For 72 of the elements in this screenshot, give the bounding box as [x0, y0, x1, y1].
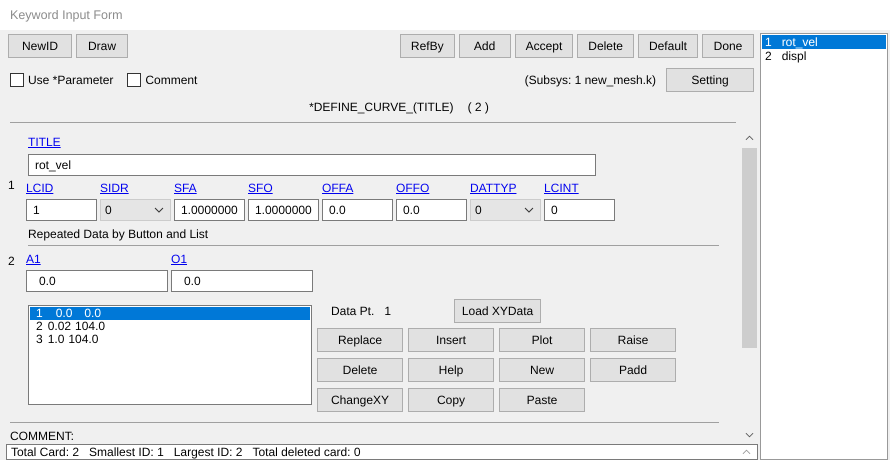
data-point-label: Data Pt. — [331, 304, 374, 318]
input-field[interactable]: 1.0000000 — [248, 199, 319, 221]
status-text: Total Card: 2 — [11, 445, 80, 459]
toolbar-button[interactable]: Delete — [577, 34, 634, 58]
data-list-item[interactable]: 2 0.02 104.0 — [30, 320, 310, 333]
input-field[interactable]: 0 — [544, 199, 615, 221]
input-field[interactable]: 0.0 — [322, 199, 393, 221]
action-button[interactable]: Insert — [408, 328, 494, 352]
field-label-link[interactable]: LCINT — [544, 181, 615, 197]
data-point-value: 1 — [384, 304, 392, 318]
data-list-item[interactable]: 1 0.0 0.0 — [30, 307, 310, 320]
keyword-list-item[interactable]: 1 rot_vel — [762, 35, 886, 49]
toolbar-button[interactable]: Default — [638, 34, 698, 58]
action-button[interactable]: Delete — [317, 358, 403, 382]
action-button[interactable]: Help — [408, 358, 494, 382]
status-text: Smallest ID: 1 — [89, 445, 164, 459]
field-label-link[interactable]: SFO — [248, 181, 319, 197]
toolbar-button[interactable]: Accept — [514, 34, 574, 58]
subsys-label: (Subsys: 1 new_mesh.k) — [524, 73, 656, 87]
field-label-link[interactable]: OFFA — [322, 181, 393, 197]
action-button[interactable]: Raise — [590, 328, 676, 352]
checkbox[interactable] — [10, 73, 24, 87]
action-button[interactable]: Copy — [408, 388, 494, 412]
title-field[interactable]: rot_vel — [28, 154, 596, 176]
input-field[interactable]: 1 — [26, 199, 97, 221]
toolbar-button[interactable]: RefBy — [400, 34, 455, 58]
section-label: Repeated Data by Button and List — [28, 227, 210, 243]
field-label-link[interactable]: OFFO — [396, 181, 467, 197]
action-button[interactable]: Paste — [499, 388, 585, 412]
scroll-up-icon[interactable] — [742, 449, 751, 455]
dropdown[interactable]: 0 — [100, 199, 171, 221]
scrollbar-thumb[interactable] — [742, 148, 757, 348]
card-number: 2 — [8, 254, 15, 268]
input-field[interactable]: 0.0 — [26, 270, 168, 292]
setting-button[interactable]: Setting — [666, 68, 754, 92]
action-button[interactable]: ChangeXY — [317, 388, 403, 412]
checkbox-label: Comment — [145, 73, 198, 87]
action-button[interactable]: Padd — [590, 358, 676, 382]
load-xydata-button[interactable]: Load XYData — [454, 299, 542, 323]
keyword-list-item[interactable]: 2 displ — [762, 49, 886, 63]
chevron-down-icon — [154, 207, 164, 213]
toolbar-button[interactable]: NewID — [8, 34, 72, 58]
action-button[interactable]: Replace — [317, 328, 403, 352]
window-title: Keyword Input Form — [10, 8, 123, 22]
checkbox[interactable] — [127, 73, 142, 87]
toolbar-button[interactable]: Add — [458, 34, 511, 58]
keyword-count: ( 2 ) — [468, 100, 489, 114]
toolbar-button[interactable]: Done — [702, 34, 754, 58]
status-text: Total deleted card: 0 — [252, 445, 361, 459]
status-text: Largest ID: 2 — [174, 445, 242, 459]
data-list-item[interactable]: 3 1.0 104.0 — [30, 333, 310, 346]
dropdown[interactable]: 0 — [470, 199, 541, 221]
card-number: 1 — [8, 178, 15, 192]
keyword-title: *DEFINE_CURVE_(TITLE) — [309, 100, 454, 114]
scroll-down-icon[interactable] — [745, 432, 754, 438]
action-button[interactable]: Plot — [499, 328, 585, 352]
checkbox-label: Use *Parameter — [28, 73, 114, 87]
field-label-link[interactable]: TITLE — [28, 135, 741, 151]
chevron-down-icon — [524, 207, 534, 213]
field-label-link[interactable]: DATTYP — [470, 181, 541, 197]
input-field[interactable]: 0.0 — [396, 199, 467, 221]
field-label-link[interactable]: LCID — [26, 181, 97, 197]
action-button[interactable]: New — [499, 358, 585, 382]
scroll-up-icon[interactable] — [745, 135, 754, 141]
comment-label: COMMENT: — [10, 429, 75, 443]
field-label-link[interactable]: SIDR — [100, 181, 171, 197]
field-label-link[interactable]: SFA — [174, 181, 245, 197]
field-label-link[interactable]: A1 — [26, 252, 168, 268]
input-field[interactable]: 0.0 — [171, 270, 313, 292]
toolbar-button[interactable]: Draw — [76, 34, 128, 58]
input-field[interactable]: 1.0000000 — [174, 199, 245, 221]
field-label-link[interactable]: O1 — [171, 252, 313, 268]
